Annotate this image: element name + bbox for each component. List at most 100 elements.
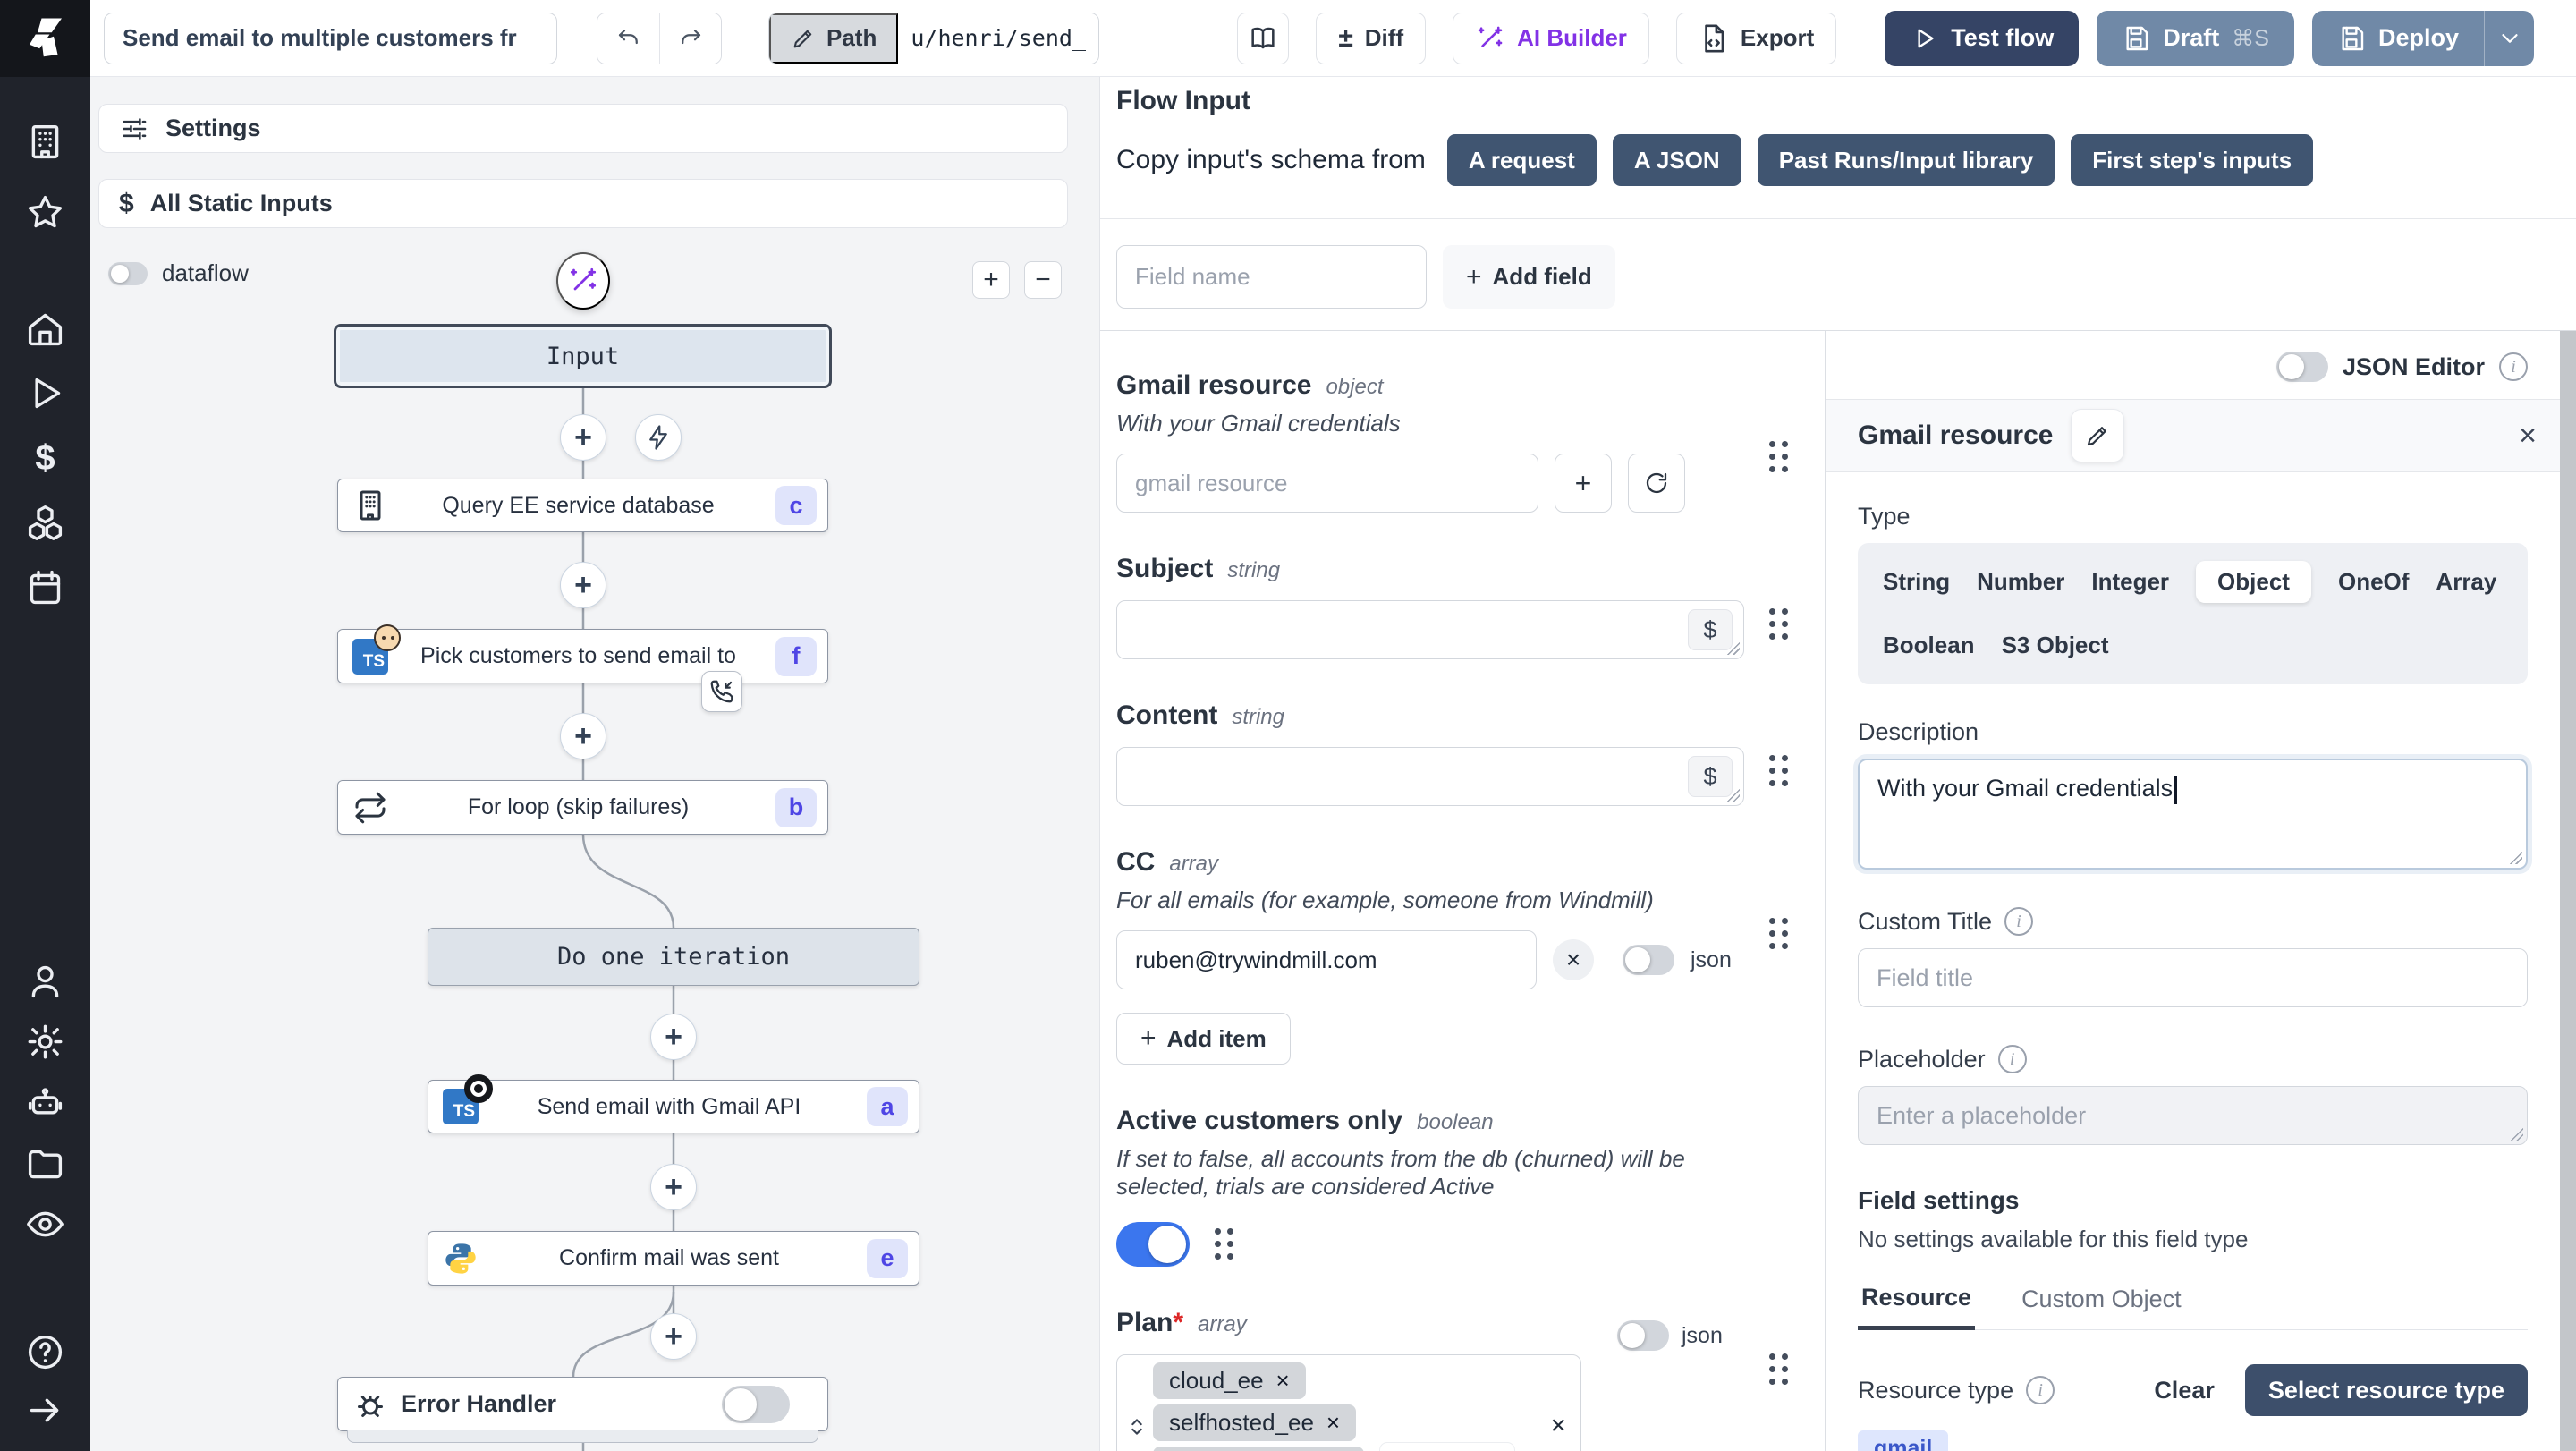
flow-node-error-handler[interactable]: Error Handler <box>337 1377 828 1431</box>
path-input[interactable] <box>898 13 1098 64</box>
flow-settings-button[interactable]: Settings <box>98 104 1068 153</box>
select-resource-type-button[interactable]: Select resource type <box>2245 1364 2528 1416</box>
resize-handle[interactable] <box>2508 850 2522 864</box>
plan-tag[interactable]: selfhosted_ee <box>1153 1404 1356 1441</box>
drag-handle-icon[interactable] <box>1767 1351 1791 1388</box>
plan-multiselect[interactable]: cloud_ee selfhosted_ee selfhosted_pro × <box>1116 1354 1581 1451</box>
drag-handle-icon[interactable] <box>1767 606 1791 643</box>
drag-handle-icon[interactable] <box>1767 438 1791 476</box>
add-cc-item-button[interactable]: Add item <box>1116 1013 1291 1065</box>
type-s3-object[interactable]: S3 Object <box>2002 624 2109 666</box>
user-icon[interactable] <box>25 961 65 1001</box>
flow-node-for-loop[interactable]: For loop (skip failures) b <box>337 780 828 835</box>
folder-icon[interactable] <box>25 1143 65 1184</box>
cc-json-toggle[interactable] <box>1623 945 1674 975</box>
active-customers-toggle[interactable] <box>1116 1222 1190 1267</box>
draft-button[interactable]: Draft ⌘S <box>2097 11 2294 66</box>
schedules-calendar-icon[interactable] <box>25 567 65 607</box>
cc-item-input[interactable] <box>1116 930 1537 989</box>
deploy-options-button[interactable] <box>2484 11 2534 66</box>
drag-handle-icon[interactable] <box>1767 752 1791 790</box>
vertical-scrollbar[interactable] <box>2560 331 2576 1451</box>
edit-path-button[interactable]: Path <box>769 13 898 64</box>
flow-node-query-db[interactable]: Query EE service database c <box>337 479 828 532</box>
description-textarea[interactable]: With your Gmail credentials <box>1858 759 2528 870</box>
plan-json-toggle[interactable] <box>1617 1320 1669 1351</box>
add-step-button[interactable]: + <box>650 1014 697 1060</box>
flow-node-do-one-iteration[interactable]: Do one iteration <box>428 928 919 986</box>
type-object-selected[interactable]: Object <box>2196 561 2311 603</box>
resize-handle[interactable] <box>1725 641 1740 655</box>
clear-resource-type-button[interactable]: Clear <box>2154 1377 2215 1404</box>
error-handler-toggle[interactable] <box>722 1386 790 1423</box>
resize-handle[interactable] <box>2509 1126 2523 1141</box>
drag-handle-icon[interactable] <box>1213 1226 1236 1263</box>
audit-eye-icon[interactable] <box>25 1204 65 1244</box>
settings-gear-icon[interactable] <box>25 1022 65 1062</box>
flow-node-input[interactable]: Input <box>334 324 832 388</box>
type-number[interactable]: Number <box>1977 561 2064 603</box>
redo-button[interactable] <box>659 13 721 64</box>
json-editor-toggle[interactable] <box>2276 352 2328 382</box>
type-oneof[interactable]: OneOf <box>2338 561 2409 603</box>
content-textarea[interactable]: $ <box>1116 747 1744 806</box>
tab-custom-object[interactable]: Custom Object <box>2018 1284 2185 1329</box>
flow-node-pick-customers[interactable]: TS Pick customers to send email to f <box>337 629 828 683</box>
home-icon[interactable] <box>25 309 65 349</box>
add-step-button[interactable]: + <box>560 562 606 608</box>
refresh-resource-button[interactable] <box>1628 454 1685 513</box>
remove-cc-item-button[interactable]: × <box>1553 939 1594 980</box>
type-string[interactable]: String <box>1883 561 1950 603</box>
resources-cubes-icon[interactable] <box>25 503 65 543</box>
ai-builder-button[interactable]: AI Builder <box>1453 13 1649 64</box>
plan-new-tag-input[interactable] <box>1380 1443 1514 1451</box>
workspace-building-icon[interactable] <box>25 122 65 162</box>
type-array[interactable]: Array <box>2436 561 2496 603</box>
copy-from-request-button[interactable]: A request <box>1447 134 1597 186</box>
add-step-button[interactable]: + <box>560 713 606 759</box>
copy-from-past-runs-button[interactable]: Past Runs/Input library <box>1758 134 2055 186</box>
windmill-logo-icon[interactable] <box>0 0 90 77</box>
placeholder-input[interactable] <box>1858 1086 2528 1145</box>
runs-play-icon[interactable] <box>25 373 65 413</box>
diff-button[interactable]: ± Diff <box>1316 13 1426 64</box>
flow-node-send-email[interactable]: TS Send email with Gmail API a <box>428 1080 919 1133</box>
subject-textarea[interactable]: $ <box>1116 600 1744 659</box>
flow-node-confirm-mail[interactable]: Confirm mail was sent e <box>428 1231 919 1286</box>
add-resource-button[interactable]: + <box>1555 454 1612 513</box>
add-step-button[interactable]: + <box>650 1313 697 1360</box>
clear-plan-button[interactable]: × <box>1550 1411 1566 1441</box>
test-flow-button[interactable]: Test flow <box>1885 11 2079 66</box>
type-boolean[interactable]: Boolean <box>1883 624 1975 666</box>
all-static-inputs-button[interactable]: $ All Static Inputs <box>98 179 1068 228</box>
remove-tag-icon[interactable] <box>1326 1409 1340 1437</box>
add-step-button[interactable]: + <box>560 414 606 461</box>
copy-from-first-step-button[interactable]: First step's inputs <box>2071 134 2313 186</box>
drag-handle-icon[interactable] <box>1767 915 1791 953</box>
type-integer[interactable]: Integer <box>2091 561 2169 603</box>
ai-bot-icon[interactable] <box>25 1082 65 1123</box>
field-name-input[interactable] <box>1116 245 1427 309</box>
sort-chevrons-icon[interactable] <box>1124 1414 1149 1444</box>
variables-dollar-icon[interactable]: $ <box>25 438 65 479</box>
flow-name-input[interactable] <box>104 13 557 64</box>
suspend-phone-badge[interactable] <box>701 671 742 712</box>
deploy-button[interactable]: Deploy <box>2312 11 2484 66</box>
remove-tag-icon[interactable] <box>1276 1367 1290 1395</box>
zoom-out-button[interactable]: − <box>1024 261 1062 299</box>
gmail-resource-input[interactable] <box>1116 454 1538 513</box>
close-editor-button[interactable]: × <box>2503 411 2553 461</box>
docs-book-button[interactable] <box>1237 13 1289 64</box>
help-icon[interactable] <box>25 1332 65 1372</box>
zoom-in-button[interactable]: + <box>972 261 1010 299</box>
dataflow-toggle[interactable] <box>108 262 148 285</box>
plan-tag[interactable]: cloud_ee <box>1153 1362 1306 1399</box>
ai-flow-wand-button[interactable] <box>556 252 610 310</box>
tab-resource[interactable]: Resource <box>1858 1284 1975 1330</box>
plan-tag[interactable]: selfhosted_pro <box>1153 1447 1364 1451</box>
collapse-arrow-icon[interactable] <box>25 1390 65 1430</box>
copy-from-json-button[interactable]: A JSON <box>1613 134 1741 186</box>
resize-handle[interactable] <box>1725 787 1740 802</box>
add-step-button[interactable]: + <box>650 1164 697 1210</box>
add-field-button[interactable]: Add field <box>1443 245 1615 309</box>
